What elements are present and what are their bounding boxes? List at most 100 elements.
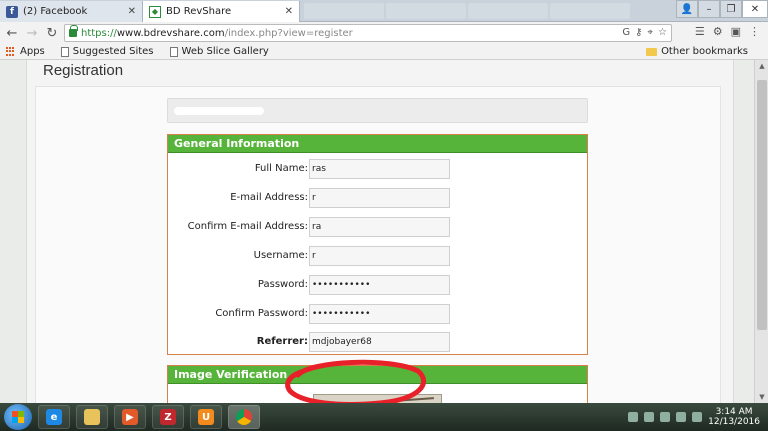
address-bar[interactable]: https:// www.bdrevshare.com /index.php?v… <box>64 24 672 42</box>
page-icon <box>169 46 178 57</box>
tab-title: (2) Facebook <box>23 6 88 17</box>
extension-icons: ☰ ⚙ ▣ ⋮ <box>695 25 760 38</box>
list-icon[interactable]: ☰ <box>695 25 705 38</box>
user-icon[interactable]: 👤 <box>676 0 698 18</box>
uc-browser-icon: U <box>198 409 214 425</box>
folder-icon <box>646 47 658 56</box>
field-label: E-mail Address: <box>230 192 308 203</box>
field-label: Full Name: <box>254 163 308 174</box>
background-tab[interactable] <box>468 3 548 19</box>
save-icon[interactable]: ▣ <box>731 25 741 38</box>
form-row-password: Password: ••••••••••• <box>168 275 587 295</box>
tab-bd-revshare[interactable]: ◆ BD RevShare ✕ <box>142 1 300 22</box>
bookmark-label: Apps <box>20 46 45 57</box>
full-name-input[interactable]: ras <box>309 159 450 179</box>
background-tab[interactable] <box>386 3 466 19</box>
windows-logo-icon <box>12 411 24 423</box>
vertical-scrollbar[interactable]: ▲ ▼ <box>754 60 768 403</box>
taskbar-ie[interactable]: e <box>38 405 70 429</box>
apps-grid-icon <box>6 46 16 57</box>
form-row-confirm-email: Confirm E-mail Address: ra <box>168 217 587 237</box>
key-icon[interactable]: ⚷ <box>635 27 642 38</box>
image-verification-section: Image Verification <box>167 365 588 403</box>
username-input[interactable]: r <box>309 246 450 266</box>
window-close-icon[interactable]: ✕ <box>742 0 768 18</box>
system-tray: 3:14 AM 12/13/2016 <box>628 407 760 427</box>
scroll-thumb[interactable] <box>757 80 767 330</box>
menu-icon[interactable]: ⋮ <box>749 25 760 38</box>
field-label: Confirm E-mail Address: <box>187 221 308 232</box>
password-input[interactable]: ••••••••••• <box>309 275 450 295</box>
forward-arrow-icon[interactable]: → <box>24 25 40 41</box>
bookmark-label: Web Slice Gallery <box>181 46 269 57</box>
network-icon[interactable] <box>676 412 687 422</box>
clock-time: 3:14 AM <box>715 407 753 417</box>
minimize-icon[interactable]: – <box>698 0 720 18</box>
redacted-text <box>174 107 264 115</box>
taskbar-explorer[interactable] <box>76 405 108 429</box>
field-label: Referrer: <box>256 336 308 347</box>
bookmark-suggested-sites[interactable]: Suggested Sites <box>60 46 154 57</box>
form-row-referrer: Referrer: mdjobayer68 <box>168 332 587 352</box>
scroll-down-icon[interactable]: ▼ <box>755 391 768 403</box>
url-host: www.bdrevshare.com <box>116 27 225 39</box>
bookmark-apps[interactable]: Apps <box>6 46 45 57</box>
field-label: Username: <box>253 250 308 261</box>
background-tab[interactable] <box>304 3 384 19</box>
referrer-input[interactable]: mdjobayer68 <box>309 332 450 352</box>
lock-icon <box>69 25 78 37</box>
confirm-password-input[interactable]: ••••••••••• <box>309 304 450 324</box>
star-icon[interactable]: ☆ <box>658 27 667 38</box>
volume-icon[interactable] <box>692 412 703 422</box>
google-icon[interactable]: G <box>622 27 630 38</box>
taskbar-zynga[interactable]: Z <box>152 405 184 429</box>
clock-date: 12/13/2016 <box>708 417 760 427</box>
bookmarks-bar: Apps Suggested Sites Web Slice Gallery O… <box>0 44 768 60</box>
bookmark-web-slice-gallery[interactable]: Web Slice Gallery <box>169 46 269 57</box>
tray-app-icon[interactable] <box>660 412 671 422</box>
reload-icon[interactable]: ↻ <box>44 25 60 41</box>
scroll-up-icon[interactable]: ▲ <box>755 60 768 72</box>
tray-app-icon[interactable] <box>644 412 655 422</box>
confirm-email-input[interactable]: ra <box>309 217 450 237</box>
email-input[interactable]: r <box>309 188 450 208</box>
page-viewport: Registration General Information Full Na… <box>0 60 768 403</box>
notice-bar <box>167 98 588 123</box>
window-controls: 👤 – ❐ ✕ <box>676 0 768 18</box>
field-label: Password: <box>257 279 308 290</box>
windows-taskbar: e ▶ Z U 3:14 AM 12/13/2016 <box>0 403 768 431</box>
maximize-icon[interactable]: ❐ <box>720 0 742 18</box>
location-icon[interactable]: ⌖ <box>647 27 653 38</box>
bookmark-other[interactable]: Other bookmarks <box>646 46 748 57</box>
back-arrow-icon[interactable]: ← <box>4 25 20 41</box>
tray-app-icon[interactable] <box>628 412 639 422</box>
taskbar-chrome[interactable] <box>228 405 260 429</box>
extension-icon[interactable]: ⚙ <box>713 25 723 38</box>
bookmark-label: Suggested Sites <box>72 46 154 57</box>
close-icon[interactable]: ✕ <box>128 6 136 17</box>
tab-strip: f (2) Facebook ✕ ◆ BD RevShare ✕ 👤 – ❐ ✕ <box>0 0 768 22</box>
folder-icon <box>84 409 100 425</box>
bookmark-label: Other bookmarks <box>661 46 748 57</box>
url-path: /index.php?view=register <box>224 27 353 39</box>
page-title: Registration <box>43 62 124 79</box>
clock[interactable]: 3:14 AM 12/13/2016 <box>708 407 760 427</box>
internet-explorer-icon: e <box>46 409 62 425</box>
tab-title: BD RevShare <box>166 6 232 17</box>
facebook-favicon-icon: f <box>6 5 18 18</box>
captcha-image <box>313 394 442 403</box>
field-label: Confirm Password: <box>215 308 308 319</box>
tab-facebook[interactable]: f (2) Facebook ✕ <box>0 1 142 22</box>
omnibox-icons: G ⚷ ⌖ ☆ <box>622 27 667 38</box>
section-heading: Image Verification <box>168 366 587 384</box>
media-player-icon: ▶ <box>122 409 138 425</box>
taskbar-media[interactable]: ▶ <box>114 405 146 429</box>
close-icon[interactable]: ✕ <box>285 6 293 17</box>
section-heading: General Information <box>168 135 587 153</box>
background-tab[interactable] <box>550 3 630 19</box>
taskbar-uc-browser[interactable]: U <box>190 405 222 429</box>
bdrevshare-favicon-icon: ◆ <box>149 5 161 18</box>
start-button[interactable] <box>4 404 32 430</box>
url-scheme: https:// <box>81 27 117 39</box>
chrome-icon <box>236 409 252 425</box>
